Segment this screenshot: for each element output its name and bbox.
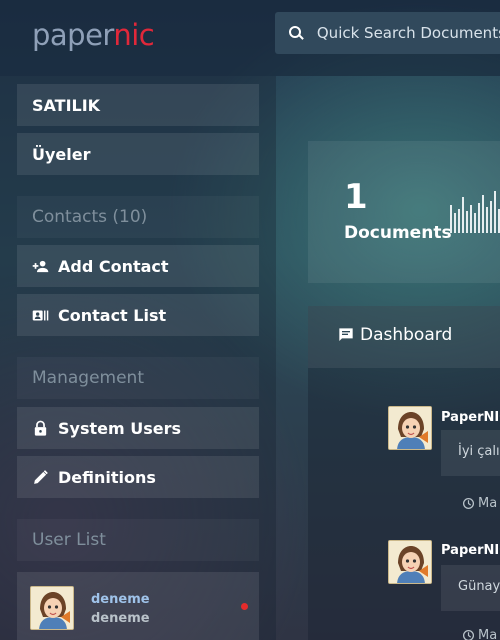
user-list-item[interactable]: deneme deneme: [17, 572, 259, 640]
contact-card-icon: [32, 307, 49, 324]
user-name[interactable]: deneme: [91, 592, 150, 607]
documents-stat-panel[interactable]: 1 Documents: [308, 141, 500, 283]
dashboard-header: Dashboard: [308, 306, 500, 368]
quick-search-bar[interactable]: [275, 12, 500, 54]
avatar: [388, 540, 432, 584]
message-bubble: İyi çalışmalar: [441, 430, 500, 476]
message-author: PaperNIC: [441, 543, 500, 558]
status-dot: [241, 603, 248, 610]
clock-icon: [462, 497, 475, 510]
sidebar-item-contact-list[interactable]: Contact List: [17, 294, 259, 336]
logo-text-paper: paper: [32, 18, 114, 52]
sidebar-item-uyeler[interactable]: Üyeler: [17, 133, 259, 175]
message-time: Ma: [462, 496, 497, 511]
pencil-icon: [32, 469, 49, 486]
quick-search-input[interactable]: [316, 24, 500, 42]
sidebar-item-label: Üyeler: [32, 144, 91, 164]
section-header-label: Management: [32, 368, 144, 388]
lock-icon: [32, 420, 49, 437]
chat-icon: [339, 328, 353, 341]
sidebar-item-label: Add Contact: [58, 256, 169, 276]
documents-label: Documents: [344, 223, 452, 243]
sidebar-item-label: System Users: [58, 418, 181, 438]
add-person-icon: [32, 258, 49, 275]
sidebar-item-definitions[interactable]: Definitions: [17, 456, 259, 498]
sidebar-section-management: Management: [17, 357, 259, 399]
avatar: [388, 406, 432, 450]
avatar: [30, 586, 74, 630]
app-logo[interactable]: papernic: [32, 18, 155, 52]
search-icon[interactable]: [289, 26, 303, 40]
message-time-label: Ma: [478, 628, 498, 640]
message-author: PaperNIC: [441, 410, 500, 425]
sidebar-item-system-users[interactable]: System Users: [17, 407, 259, 449]
dashboard-panel: Dashboard PaperNIC İyi çalışmalar Ma: [308, 306, 500, 640]
message-text: İyi çalışmalar: [458, 444, 500, 459]
sidebar-item-label: Definitions: [58, 467, 156, 487]
activity-sparkline: [450, 191, 500, 233]
message-time-label: Ma: [478, 496, 498, 511]
dashboard-title-label: Dashboard: [360, 325, 453, 345]
sidebar-item-label: Contact List: [58, 305, 167, 325]
section-header-label: Contacts (10): [32, 207, 148, 227]
sidebar-item-satilik[interactable]: SATILIK: [17, 84, 259, 126]
sidebar-item-add-contact[interactable]: Add Contact: [17, 245, 259, 287]
section-header-label: User List: [32, 530, 106, 550]
dashboard-title: Dashboard: [338, 325, 452, 345]
user-subtitle: deneme: [91, 611, 150, 626]
top-header: papernic: [0, 0, 500, 76]
documents-count: 1: [344, 177, 368, 217]
sidebar-section-user-list: User List: [17, 519, 259, 561]
message-time: Ma: [462, 628, 497, 640]
clock-icon: [462, 629, 475, 640]
message-bubble: Günaydın: [441, 565, 500, 611]
sidebar-item-label: SATILIK: [32, 95, 101, 115]
message-text: Günaydın: [458, 579, 500, 594]
logo-text-nic: nic: [113, 18, 155, 52]
sidebar-section-contacts: Contacts (10): [17, 196, 259, 238]
